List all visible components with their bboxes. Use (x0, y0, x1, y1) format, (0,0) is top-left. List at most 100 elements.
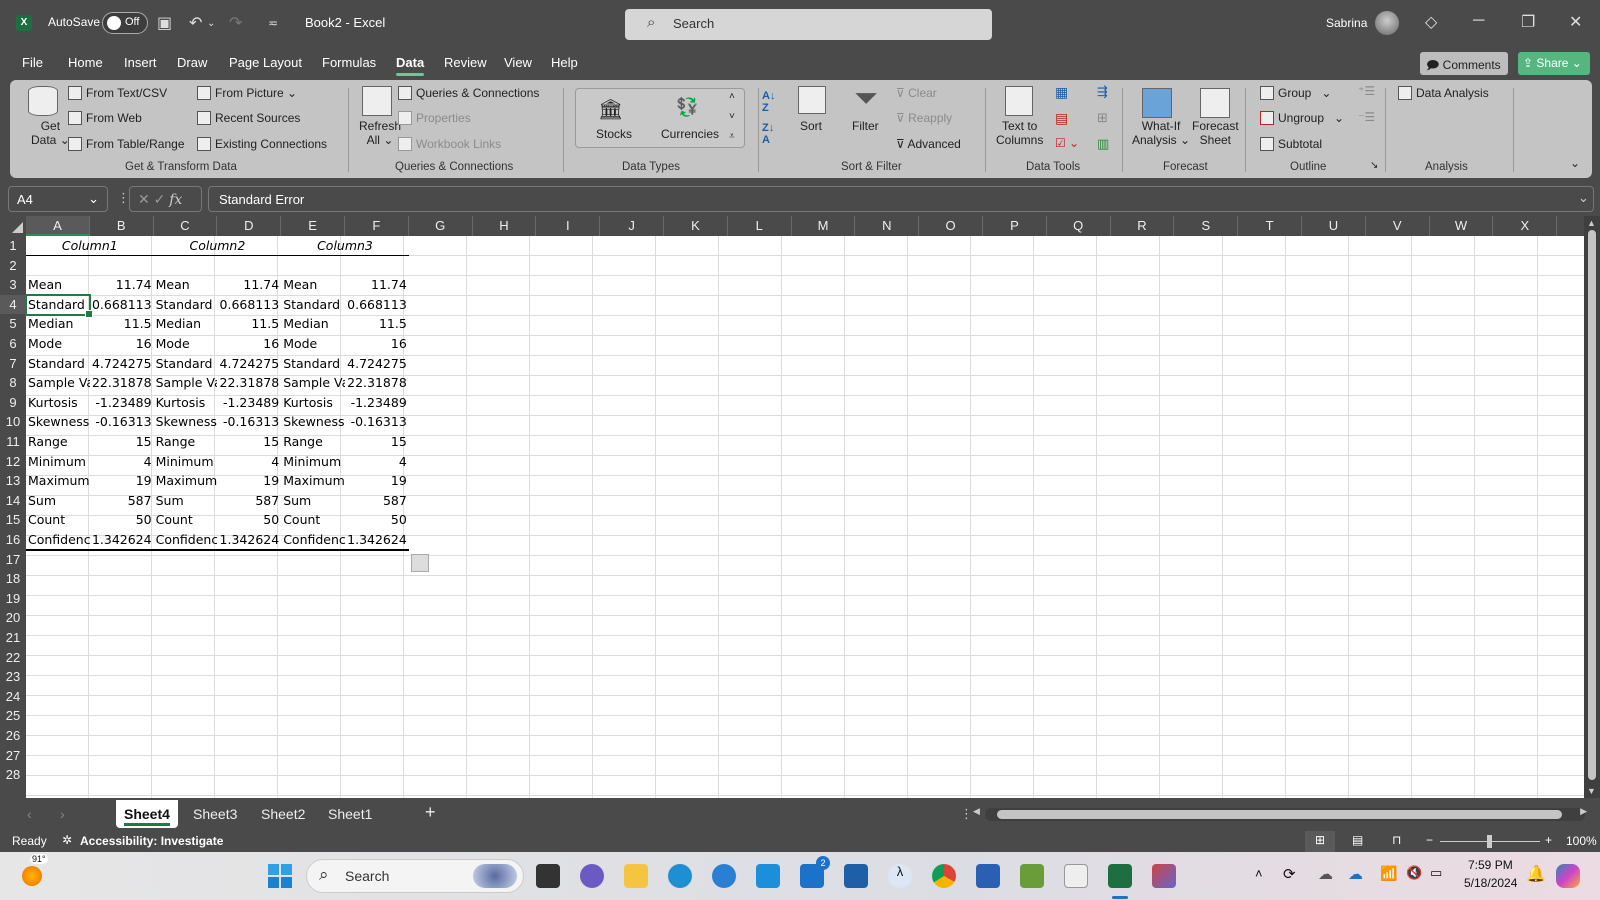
data-validation-icon[interactable]: ☑ ⌄ (1055, 136, 1079, 150)
gallery-down-icon[interactable]: ˅ (729, 111, 735, 122)
tab-file[interactable]: File (22, 55, 43, 70)
add-sheet-button[interactable]: + (425, 800, 436, 828)
cell[interactable]: Minimum (281, 452, 345, 472)
autosave-toggle[interactable]: Off (102, 12, 148, 34)
name-box[interactable]: A4 ⌄ (8, 186, 108, 212)
row-header-14[interactable]: 14 (0, 490, 26, 511)
cell[interactable]: 4.724275 (90, 354, 154, 374)
subtotal-button[interactable]: Subtotal (1260, 137, 1322, 151)
app-art-icon[interactable] (1152, 864, 1176, 888)
cloud-icon[interactable]: ☁ (1318, 865, 1333, 883)
existing-connections-button[interactable]: Existing Connections (197, 137, 327, 151)
column-header-m[interactable]: M (791, 216, 856, 236)
cell[interactable]: 15 (90, 432, 154, 452)
enter-icon[interactable]: ✓ (154, 191, 166, 207)
cell[interactable]: Maximum (281, 471, 345, 491)
cell[interactable]: Maximum (26, 471, 90, 491)
onedrive-icon[interactable]: ☁ (1348, 865, 1363, 883)
from-text-csv-button[interactable]: From Text/CSV (68, 86, 167, 100)
text-to-columns-button[interactable]: Text to Columns (996, 119, 1043, 147)
sort-z-a-button[interactable]: Z↓ A (762, 122, 774, 146)
cell[interactable]: Range (281, 432, 345, 452)
cell[interactable]: 587 (345, 491, 409, 511)
sheet-tab-sheet4[interactable]: Sheet4 (116, 800, 178, 828)
show-detail-icon[interactable]: ⁺☰ (1358, 84, 1375, 98)
column-header-u[interactable]: U (1302, 216, 1366, 236)
clock-date[interactable]: 5/18/2024 (1464, 876, 1517, 890)
cell[interactable]: 4.724275 (345, 354, 409, 374)
tab-view[interactable]: View (504, 55, 532, 70)
game-app-icon[interactable] (1020, 864, 1044, 888)
prev-sheet-icon[interactable]: ‹ (27, 806, 32, 822)
zoom-slider-thumb[interactable] (1487, 835, 1492, 848)
battery-icon[interactable]: ▭ (1430, 865, 1442, 881)
group-button[interactable]: Group ⌄ (1260, 86, 1331, 100)
column-header-d[interactable]: D (217, 216, 282, 236)
cell[interactable]: Standard I (281, 295, 345, 315)
row-header-27[interactable]: 27 (0, 745, 26, 766)
tab-data[interactable]: Data (396, 55, 425, 76)
undo-icon[interactable]: ↶ (189, 13, 202, 33)
cell[interactable]: -1.23489 (90, 393, 154, 413)
row-header-8[interactable]: 8 (0, 373, 26, 394)
redo-icon[interactable]: ↷ (229, 13, 242, 33)
cell[interactable]: Sample Va (281, 373, 345, 393)
workbook-links-button[interactable]: Workbook Links (398, 137, 501, 151)
vertical-scrollbar[interactable]: ▲ ▼ (1584, 216, 1600, 798)
row-header-10[interactable]: 10 (0, 412, 26, 433)
cell[interactable]: 16 (217, 334, 281, 354)
row-header-2[interactable]: 2 (0, 255, 26, 276)
cell[interactable]: Standard I (281, 354, 345, 374)
insert-function-icon[interactable]: fx (169, 192, 182, 208)
column-header-x[interactable]: X (1493, 216, 1558, 236)
copilot-icon[interactable] (1556, 864, 1580, 888)
windows-start-icon[interactable] (268, 864, 292, 888)
cell[interactable]: -0.16313 (90, 412, 154, 432)
outline-dialog-launcher-icon[interactable]: ↘ (1370, 160, 1378, 171)
cell[interactable]: 19 (345, 471, 409, 491)
from-web-button[interactable]: From Web (68, 111, 142, 125)
cell[interactable]: Median (26, 314, 90, 334)
manage-data-model-icon[interactable]: ▥ (1097, 136, 1109, 152)
cell[interactable]: Column2 (153, 236, 282, 256)
refresh-all-button[interactable]: Refresh All ⌄ (359, 119, 401, 147)
select-all-button[interactable] (0, 216, 26, 236)
sheet-tab-sheet1[interactable]: Sheet1 (328, 800, 372, 828)
cell[interactable]: 22.31878 (345, 373, 409, 393)
row-header-26[interactable]: 26 (0, 726, 26, 746)
excel-taskbar-icon[interactable] (1108, 864, 1132, 888)
column-header-v[interactable]: V (1365, 216, 1430, 236)
column-header-e[interactable]: E (281, 216, 345, 236)
row-header-12[interactable]: 12 (0, 451, 26, 472)
cell[interactable]: 50 (90, 510, 154, 530)
scroll-right-icon[interactable]: ▶ (1580, 806, 1587, 817)
minimize-icon[interactable]: ─ (1473, 12, 1484, 30)
row-header-4[interactable]: 4 (0, 294, 26, 315)
cell[interactable]: Standard I (26, 354, 90, 374)
cell[interactable]: 4.724275 (217, 354, 281, 374)
cell[interactable]: 22.31878 (90, 373, 154, 393)
row-header-11[interactable]: 11 (0, 432, 26, 452)
cell[interactable]: Confidenc (26, 530, 90, 550)
app-lambda-icon[interactable]: λ (888, 864, 912, 888)
column-header-i[interactable]: I (536, 216, 601, 236)
cell[interactable]: 19 (90, 471, 154, 491)
properties-button[interactable]: Properties (398, 111, 471, 125)
row-header-19[interactable]: 19 (0, 588, 26, 609)
scroll-left-icon[interactable]: ◀ (973, 806, 980, 817)
cell-area[interactable]: Column1 Column2 Column3 Mean 11.74 Standard 0.… (25, 236, 1584, 798)
from-picture-button[interactable]: From Picture ⌄ (197, 86, 297, 100)
column-header-q[interactable]: Q (1046, 216, 1111, 236)
share-button[interactable]: ⇪ Share ⌄ (1518, 52, 1590, 75)
row-header-5[interactable]: 5 (0, 314, 26, 335)
zoom-level[interactable]: 100% (1566, 834, 1597, 848)
cell[interactable]: 1.342624 (345, 530, 409, 550)
flash-fill-icon[interactable]: ▦ (1055, 84, 1068, 101)
cell[interactable]: Range (154, 432, 218, 452)
sheet-tab-sheet2[interactable]: Sheet2 (261, 800, 305, 828)
cell[interactable]: 11.5 (345, 314, 409, 334)
collapse-ribbon-icon[interactable]: ⌄ (1570, 156, 1580, 170)
page-layout-view-icon[interactable]: ▤ (1352, 833, 1363, 847)
sync-icon[interactable]: ⟳ (1283, 865, 1296, 883)
row-header-13[interactable]: 13 (0, 471, 26, 492)
